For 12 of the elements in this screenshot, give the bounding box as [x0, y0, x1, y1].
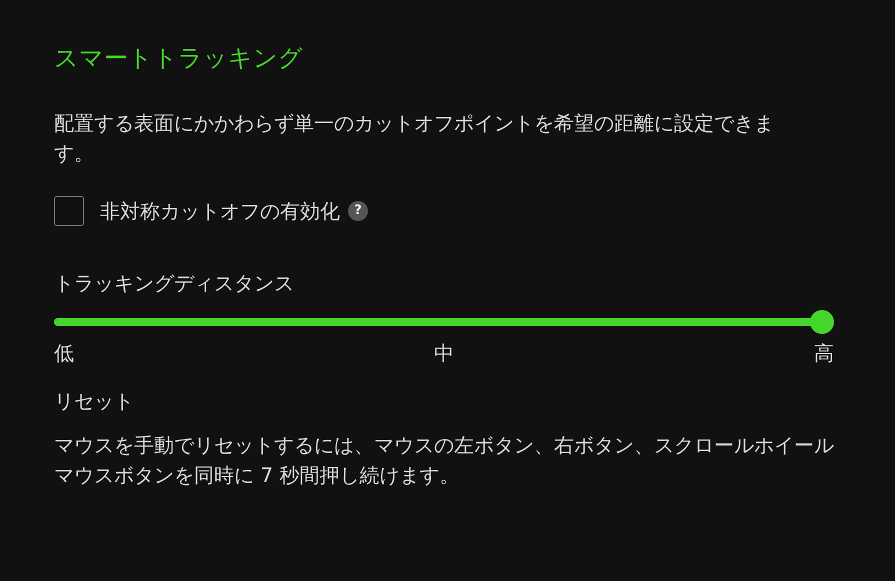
slider-thumb[interactable] [810, 310, 834, 334]
slider-label: トラッキングディスタンス [54, 270, 295, 296]
reset-label: リセット [54, 388, 135, 414]
slider-tick-label: 低 [54, 340, 74, 367]
slider-tick-label: 中 [434, 340, 454, 367]
reset-instructions: マウスを手動でリセットするには、マウスの左ボタン、右ボタン、スクロールホイールマウスボタンを同時に 7 秒間押し続けます。 [54, 432, 835, 489]
checkbox-label: 非対称カットオフの有効化 [100, 198, 340, 225]
help-icon[interactable]: ? [348, 201, 368, 221]
section-title: スマートトラッキング [54, 43, 304, 74]
description: 配置する表面にかかわらず単一のカットオフポイントを希望の距離に設定できます。 [54, 110, 775, 167]
checkbox[interactable] [54, 196, 84, 226]
slider-tick-label: 高 [814, 340, 834, 367]
